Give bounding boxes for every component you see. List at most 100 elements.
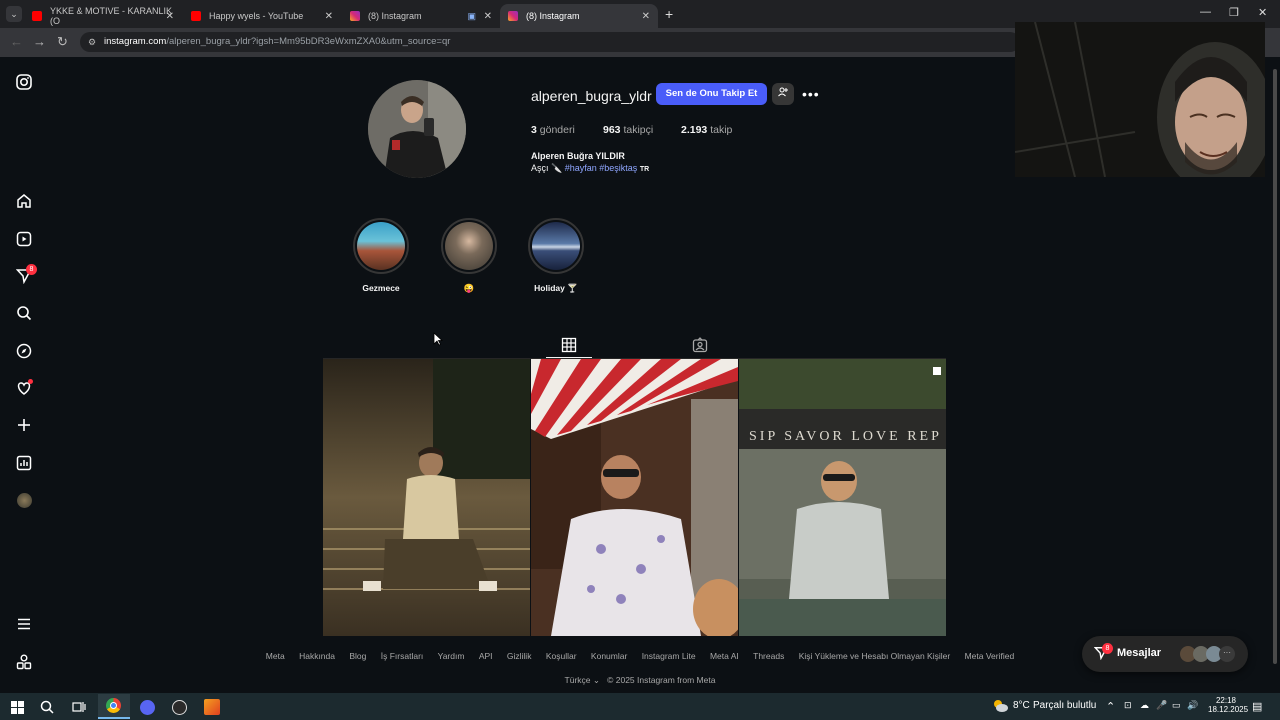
profile-bio: Aşçı 🔪 #hayfan #beşiktaş TR xyxy=(531,163,649,174)
scrollbar-thumb[interactable] xyxy=(1273,69,1277,664)
footer-link[interactable]: Yardım xyxy=(438,651,465,661)
tagged-tab-icon[interactable] xyxy=(692,337,708,353)
reload-icon[interactable]: ↻ xyxy=(57,34,68,50)
url-bar[interactable]: ⚙ instagram.com/alperen_bugra_yldr?igsh=… xyxy=(80,32,1020,52)
messages-button[interactable]: 8 Mesajlar ··· xyxy=(1082,636,1248,672)
close-icon[interactable]: ✕ xyxy=(484,11,492,22)
posts-count: 3 xyxy=(531,124,537,136)
network-icon[interactable]: ▭ xyxy=(1172,700,1181,711)
footer-link[interactable]: Threads xyxy=(753,651,784,661)
profile-picture[interactable] xyxy=(368,80,466,178)
follow-button[interactable]: Sen de Onu Takip Et xyxy=(656,83,767,105)
device-icon[interactable]: ⊡ xyxy=(1124,700,1132,711)
followers-count: 963 xyxy=(603,124,621,136)
posts-grid-tab-icon[interactable] xyxy=(561,337,577,353)
notification-center-icon[interactable]: ▤ xyxy=(1252,700,1262,713)
task-view-icon[interactable] xyxy=(70,698,88,716)
microphone-icon[interactable]: 🎤 xyxy=(1156,700,1167,711)
taskbar-search-icon[interactable] xyxy=(38,698,56,716)
back-icon[interactable]: ← xyxy=(10,34,23,49)
language-label: Türkçe xyxy=(564,675,591,685)
highlight-holiday[interactable] xyxy=(528,218,584,274)
instagram-logo-icon[interactable] xyxy=(14,72,34,92)
messages-badge: 8 xyxy=(1102,643,1113,654)
post-3[interactable]: SIP SAVOR LOVE REP xyxy=(739,359,946,636)
post-1[interactable] xyxy=(323,359,530,636)
footer-link[interactable]: Meta AI xyxy=(710,651,739,661)
page-scrollbar[interactable] xyxy=(1270,57,1280,693)
chevron-up-icon[interactable]: ⌃ xyxy=(1106,700,1115,713)
footer-link[interactable]: Konumlar xyxy=(591,651,627,661)
profile-username: alperen_bugra_yldr xyxy=(531,88,652,104)
mouse-cursor-icon xyxy=(433,332,443,346)
footer-link[interactable]: Meta xyxy=(266,651,285,661)
close-window-icon[interactable]: ✕ xyxy=(1258,6,1267,19)
active-tab-indicator xyxy=(546,357,592,358)
tab-2[interactable]: Happy wyels - YouTube ✕ xyxy=(183,4,341,28)
tab-2-title: Happy wyels - YouTube xyxy=(209,11,304,21)
weather-text: Parçalı bulutlu xyxy=(1033,700,1097,711)
home-icon[interactable] xyxy=(14,191,34,211)
app-icon[interactable] xyxy=(203,698,221,716)
close-icon[interactable]: ✕ xyxy=(166,11,174,22)
tab-search-button[interactable]: ⌄ xyxy=(6,6,22,22)
followers-stat[interactable]: 963 takipçi xyxy=(603,124,653,136)
obs-icon[interactable] xyxy=(170,698,188,716)
highlight-emoji[interactable] xyxy=(441,218,497,274)
tab-3[interactable]: (8) Instagram ▣ ✕ xyxy=(342,4,500,28)
url-path: /alperen_bugra_yldr?igsh=Mm95bDR3eWxmZXA… xyxy=(166,36,451,47)
chrome-icon-center xyxy=(110,702,117,709)
footer-link[interactable]: Koşullar xyxy=(546,651,577,661)
footer-link[interactable]: Gizlilik xyxy=(507,651,532,661)
close-icon[interactable]: ✕ xyxy=(642,11,650,22)
highlight-gezmece[interactable] xyxy=(353,218,409,274)
more-options-icon[interactable]: ••• xyxy=(802,86,820,102)
forward-icon[interactable]: → xyxy=(33,34,46,49)
explore-icon[interactable] xyxy=(14,341,34,361)
more-icon: ··· xyxy=(1219,646,1235,662)
footer-link[interactable]: API xyxy=(479,651,493,661)
chevron-down-icon: ⌄ xyxy=(592,675,601,685)
tab-1[interactable]: YKKE & MOTIVE - KARANLIK (O ✕ xyxy=(24,4,182,28)
restore-icon[interactable]: ❐ xyxy=(1229,6,1239,19)
webcam-overlay xyxy=(1015,22,1265,177)
following-count: 2.193 xyxy=(681,124,708,136)
heart-icon[interactable] xyxy=(14,378,34,398)
bio-hashtags[interactable]: #hayfan #beşiktaş xyxy=(565,163,638,173)
weather-temp: 8°C xyxy=(1013,700,1030,711)
tab-4[interactable]: (8) Instagram ✕ xyxy=(500,4,658,28)
menu-icon[interactable] xyxy=(14,614,34,634)
new-tab-button[interactable]: + xyxy=(665,6,673,22)
site-settings-icon[interactable]: ⚙ xyxy=(88,32,96,52)
search-icon[interactable] xyxy=(14,303,34,323)
direct-messages-icon[interactable]: 8 xyxy=(14,264,37,286)
suggest-user-button[interactable] xyxy=(772,83,794,105)
post-2[interactable] xyxy=(531,359,738,636)
cast-icon: ▣ xyxy=(467,10,476,21)
footer-link[interactable]: Blog xyxy=(349,651,366,661)
highlight-label: 😜 xyxy=(463,283,475,293)
following-stat[interactable]: 2.193 takip xyxy=(681,124,732,136)
discord-icon[interactable] xyxy=(138,698,156,716)
dashboard-icon[interactable] xyxy=(14,453,34,473)
create-icon[interactable] xyxy=(14,415,34,435)
tab-3-title: (8) Instagram xyxy=(368,11,422,21)
windows-start-icon[interactable] xyxy=(8,698,26,716)
cloud-icon[interactable]: ☁ xyxy=(1140,700,1149,711)
volume-icon[interactable]: 🔊 xyxy=(1187,700,1198,711)
footer-link[interactable]: Hakkında xyxy=(299,651,335,661)
weather-icon[interactable] xyxy=(992,698,1008,714)
chrome-taskbar-button[interactable] xyxy=(98,694,130,719)
profile-avatar[interactable] xyxy=(14,490,34,510)
footer-link[interactable]: Instagram Lite xyxy=(642,651,696,661)
footer-link[interactable]: İş Fırsatları xyxy=(381,651,424,661)
language-select[interactable]: Türkçe ⌄ xyxy=(565,675,600,685)
reels-icon[interactable] xyxy=(14,229,34,249)
clock[interactable]: 22:18 18.12.2025 xyxy=(1208,696,1248,714)
minimize-icon[interactable]: — xyxy=(1200,6,1211,18)
footer-link[interactable]: Meta Verified xyxy=(965,651,1015,661)
footer-bottom: Türkçe ⌄ © 2025 Instagram from Meta xyxy=(0,675,1280,686)
close-icon[interactable]: ✕ xyxy=(325,11,333,22)
footer-link[interactable]: Kişi Yükleme ve Hesabı Olmayan Kişiler xyxy=(799,651,951,661)
tab-4-title: (8) Instagram xyxy=(526,11,580,21)
